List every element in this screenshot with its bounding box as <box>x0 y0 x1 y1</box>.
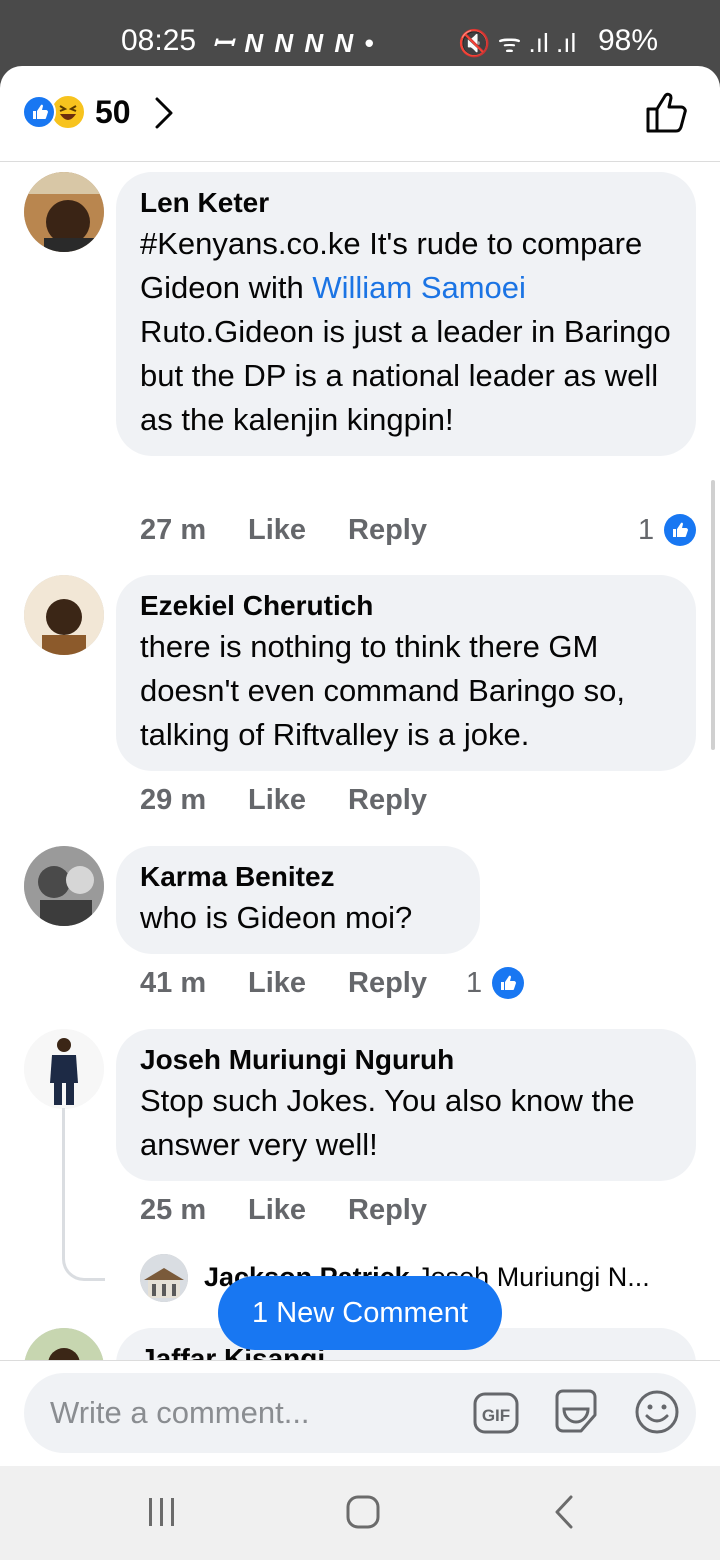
comment-author[interactable]: Len Keter <box>140 184 672 222</box>
comment-time: 25 m <box>140 1194 207 1226</box>
comments-sheet: 50 Len Keter #Kenyans.co.ke It's rude to… <box>0 66 720 1466</box>
avatar[interactable] <box>24 846 104 926</box>
gif-icon[interactable]: GIF <box>472 1389 520 1437</box>
reply-button[interactable]: Reply <box>348 514 427 547</box>
comment-time: 41 m <box>140 967 207 999</box>
reply-button[interactable]: Reply <box>348 967 427 1000</box>
comment-text: #Kenyans.co.ke It's rude to compare Gide… <box>140 222 672 442</box>
comment-bubble[interactable]: Joseh Muriungi Nguruh Stop such Jokes. Y… <box>116 1029 696 1181</box>
like-icon <box>492 967 524 999</box>
comment-text-part: Ruto.Gideon is just a leader in Baringo … <box>140 314 671 437</box>
status-time: 08:25 <box>121 24 197 57</box>
scrollbar[interactable] <box>711 480 715 750</box>
comment-text: there is nothing to think there GM doesn… <box>140 629 625 752</box>
avatar[interactable] <box>24 1029 104 1109</box>
comment-time: 27 m <box>140 514 207 546</box>
notification-icons: ꟷ N N N N • <box>212 28 376 58</box>
comment-bubble[interactable]: Karma Benitez who is Gideon moi? <box>116 846 480 954</box>
signal-icons: 🔇 ᯤ .ıl .ıl <box>458 28 577 58</box>
like-button[interactable]: Like <box>248 967 306 1000</box>
emoji-icon[interactable] <box>632 1387 682 1437</box>
comment-composer: Write a comment... GIF <box>0 1360 720 1465</box>
reactions-header[interactable]: 50 <box>0 66 720 162</box>
comment-like-count: 1 <box>638 514 655 546</box>
reply-button[interactable]: Reply <box>348 784 427 817</box>
like-button[interactable]: Like <box>248 1194 306 1227</box>
back-icon[interactable] <box>552 1494 576 1530</box>
comment-author[interactable]: Joseh Muriungi Nguruh <box>140 1041 672 1079</box>
avatar[interactable] <box>24 575 104 655</box>
comment-author[interactable]: Ezekiel Cherutich <box>140 587 672 625</box>
new-comment-button[interactable]: 1 New Comment <box>218 1276 502 1350</box>
reply-button[interactable]: Reply <box>348 1194 427 1227</box>
comment-text: Stop such Jokes. You also know the answe… <box>140 1083 635 1162</box>
mention-link[interactable]: William Samoei <box>312 270 526 305</box>
comment-like-count: 1 <box>466 967 483 999</box>
thread-connector <box>62 1108 105 1281</box>
reaction-count: 50 <box>95 94 131 130</box>
comment-author[interactable]: Karma Benitez <box>140 858 456 896</box>
gif-label: GIF <box>482 1406 510 1425</box>
comment-input-placeholder: Write a comment... <box>50 1395 310 1430</box>
like-button[interactable]: Like <box>248 514 306 547</box>
thumbs-up-icon[interactable] <box>644 91 690 135</box>
comment-bubble[interactable]: Len Keter #Kenyans.co.ke It's rude to co… <box>116 172 696 456</box>
status-bar: 08:25 ꟷ N N N N • 🔇 ᯤ .ıl .ıl 98% <box>0 0 720 66</box>
battery-level: 98% <box>598 24 659 57</box>
avatar[interactable] <box>24 172 104 252</box>
avatar[interactable] <box>140 1254 188 1302</box>
chevron-right-icon[interactable] <box>152 94 176 132</box>
comment-text: who is Gideon moi? <box>140 900 413 935</box>
system-nav-bar <box>0 1466 720 1560</box>
comment-time: 29 m <box>140 784 207 816</box>
comment-input[interactable]: Write a comment... GIF <box>24 1373 696 1453</box>
home-icon[interactable] <box>345 1494 381 1530</box>
like-icon <box>664 514 696 546</box>
like-icon <box>22 95 56 129</box>
sticker-icon[interactable] <box>551 1387 601 1437</box>
recent-apps-icon[interactable] <box>146 1496 178 1528</box>
like-button[interactable]: Like <box>248 784 306 817</box>
comment-bubble[interactable]: Ezekiel Cherutich there is nothing to th… <box>116 575 696 771</box>
